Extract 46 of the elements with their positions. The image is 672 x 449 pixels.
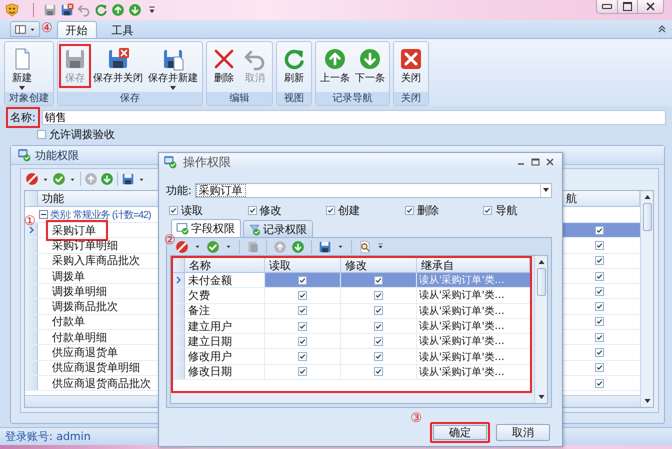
table-cell-text: 供应商退货单明细 [51, 360, 141, 376]
group-label: 关闭 [394, 92, 428, 105]
panel-title: 功能权限 [35, 148, 79, 162]
annotation-marker: ② [164, 234, 176, 247]
checkbox-label: 导航 [495, 202, 518, 218]
group-label: 对象创建 [5, 92, 53, 105]
table-cell-text: 读从'采购订单'类… [418, 366, 506, 380]
table-cell: 修改用户 [185, 349, 265, 364]
table-cell-text: 读从'采购订单'类… [418, 320, 506, 334]
table-cell-text: 采购入库商品批次 [51, 253, 141, 270]
table-cell-text: 调拨商品批次 [51, 299, 119, 316]
table-cell: 备注 [185, 304, 265, 318]
table-cell: 修改日期 [185, 364, 265, 380]
annotation-marker: ④ [41, 22, 53, 35]
table-cell: 建立用户 [185, 318, 265, 334]
table-cell-text: 供应商退货单 [51, 345, 119, 362]
field-label: 名称: [7, 108, 39, 126]
field-label: 功能: [166, 182, 192, 198]
group-label: 视图 [277, 92, 311, 105]
checkbox-label: 删除 [416, 202, 439, 218]
dialog-title: 操作权限 [183, 154, 231, 170]
table-cell-text: 调拨单 [51, 268, 86, 285]
table-cell-text: 付款单 [51, 314, 86, 330]
table-cell-text: 采购订单明细 [51, 238, 119, 254]
group-label: 编辑 [207, 92, 272, 105]
table-cell-text: 读从'采购订单'类… [418, 350, 506, 364]
checkbox-label: 读取 [181, 202, 203, 218]
table-cell-text: 读从'采购订单'类… [418, 304, 506, 318]
checkbox-label: 允许调拨验收 [49, 126, 115, 142]
annotation-marker: ① [24, 215, 36, 228]
table-cell-text: 读从'采购订单'类… [418, 334, 506, 348]
table-cell-text: 供应商退货商品批次 [51, 376, 152, 392]
table-cell: 读从'采购订单'类… [417, 273, 530, 288]
checkbox-label: 创建 [338, 202, 360, 218]
table-cell: 采购订单 [48, 222, 106, 239]
status-text: 登录账号: admin [5, 429, 91, 444]
table-cell: 建立日期 [185, 334, 265, 348]
checkbox-label: 修改 [260, 202, 282, 218]
annotation-marker: ③ [410, 412, 422, 424]
table-cell-text: 读从'采购订单'类… [418, 288, 506, 303]
table-cell: 欠费 [185, 288, 265, 303]
table-cell-text: 付款单明细 [51, 330, 108, 346]
table-cell-text: 调拨单明细 [51, 284, 108, 300]
group-label: 记录导航 [316, 92, 389, 105]
group-label: 保存 [58, 92, 202, 105]
group-label: 类别: 常规业务 (计数=42) [50, 208, 151, 222]
